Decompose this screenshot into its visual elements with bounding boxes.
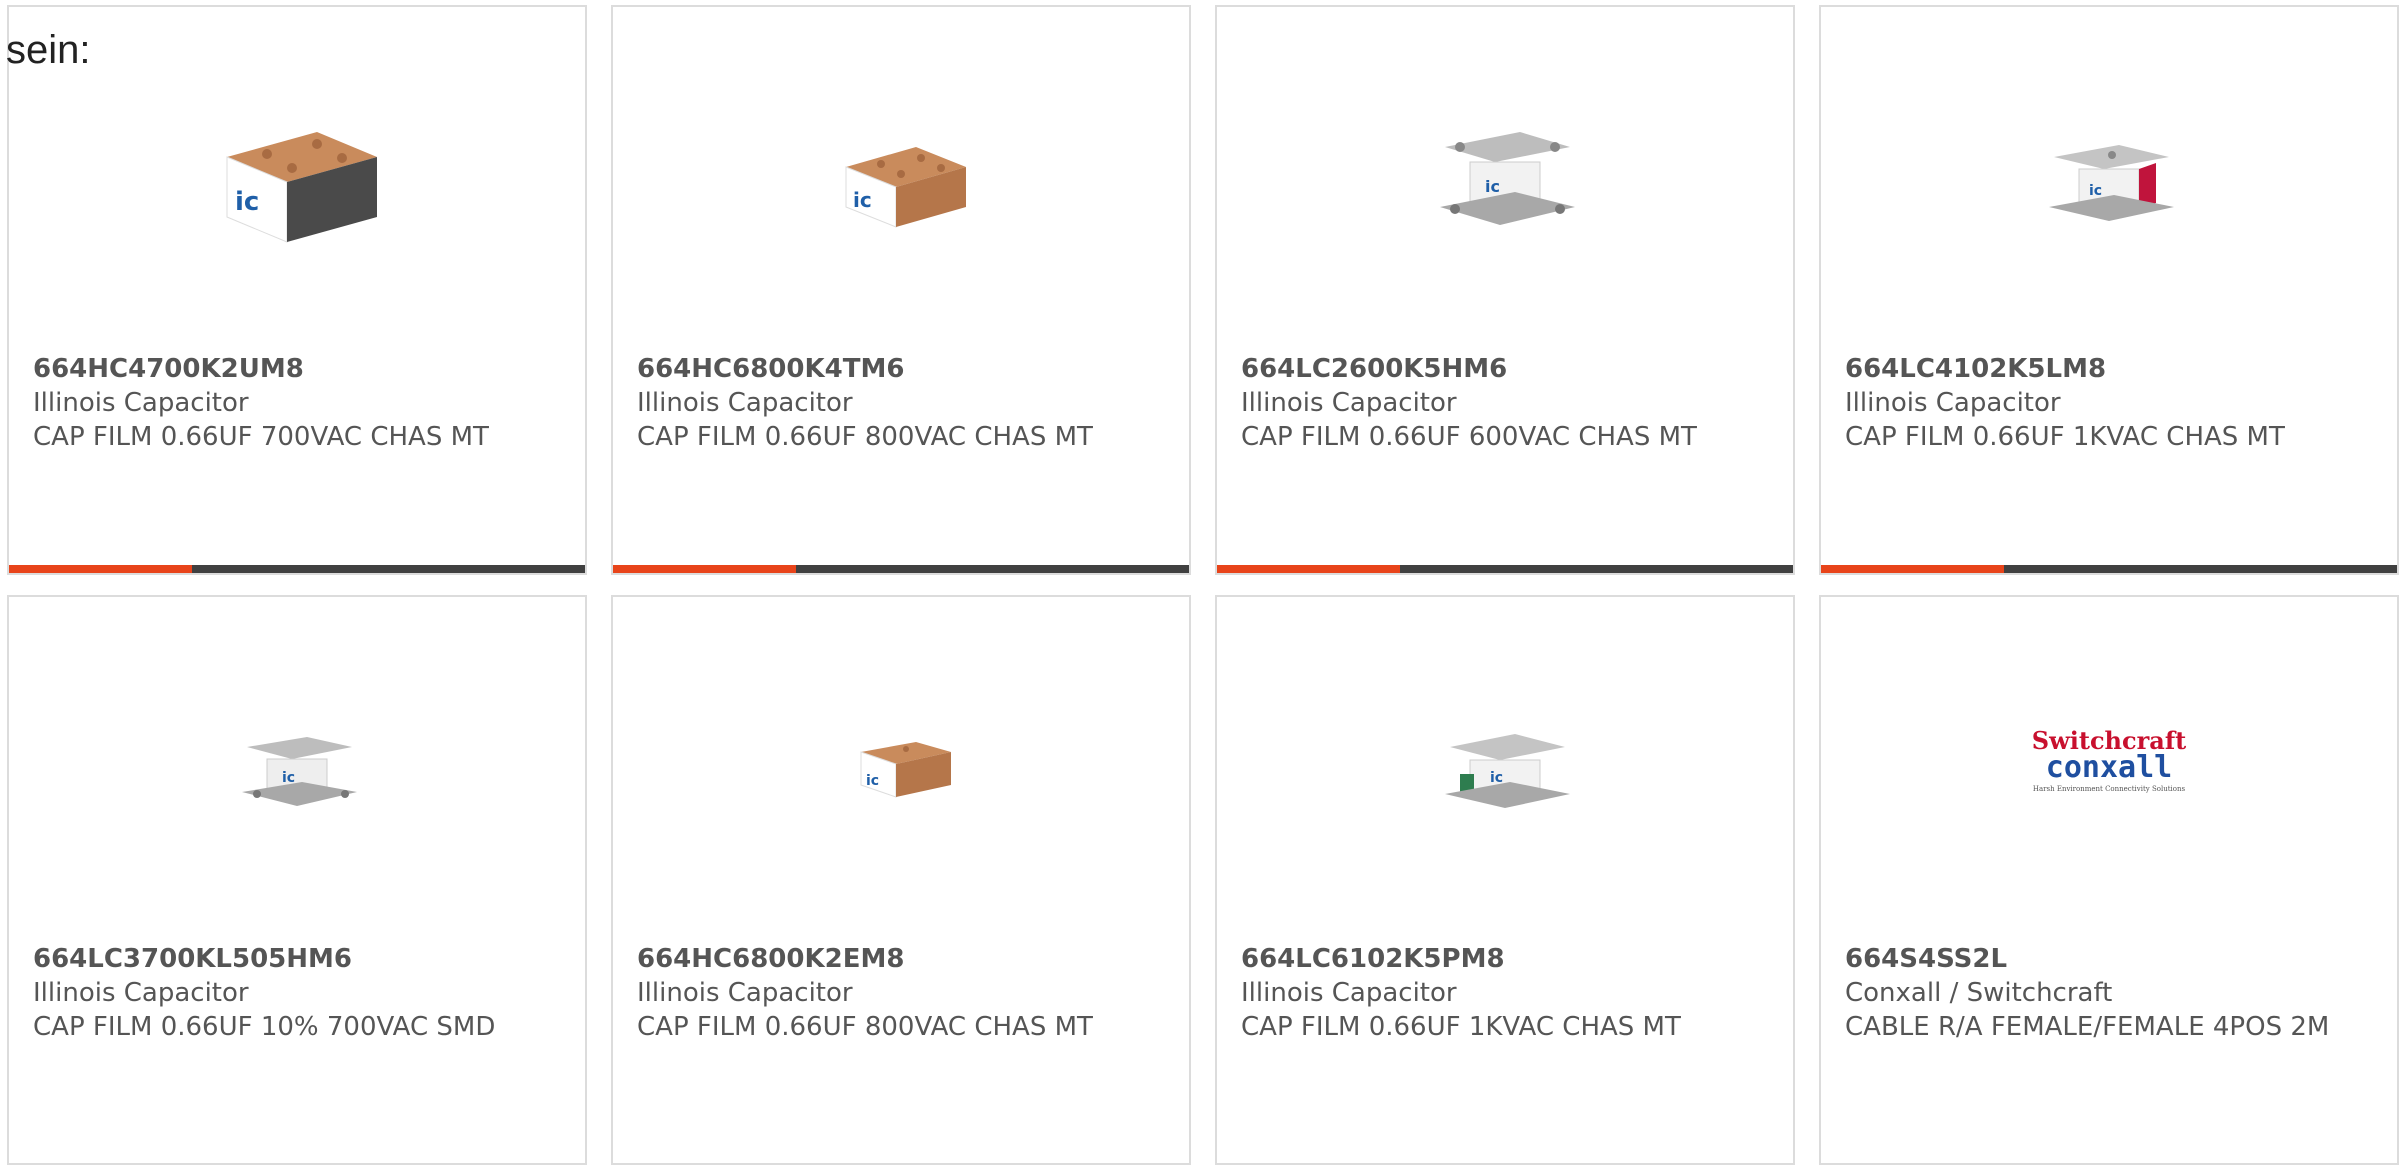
product-card[interactable]: ic 664HC6800K2EM8 Illinois Capacitor CAP… bbox=[611, 595, 1191, 1165]
svg-text:Harsh Environment Connectivity: Harsh Environment Connectivity Solutions bbox=[2033, 785, 2186, 793]
product-image[interactable]: ic bbox=[801, 667, 1001, 867]
product-image[interactable]: ic bbox=[1405, 667, 1605, 867]
card-bottom-bar bbox=[613, 565, 1189, 573]
svg-text:conxall: conxall bbox=[2046, 750, 2172, 785]
svg-text:ic: ic bbox=[1485, 177, 1500, 196]
manufacturer: Conxall / Switchcraft bbox=[1845, 978, 2113, 1008]
product-grid: ic 664HC4700K2UM8 Illinois Capacitor CAP… bbox=[0, 0, 2400, 1165]
switchcraft-conxall-logo: Switchcraft conxall Harsh Environment Co… bbox=[2032, 727, 2186, 793]
description: CAP FILM 0.66UF 600VAC CHAS MT bbox=[1241, 422, 1697, 452]
card-bottom-bar bbox=[1821, 565, 2397, 573]
svg-text:ic: ic bbox=[853, 188, 872, 212]
description: CAP FILM 0.66UF 10% 700VAC SMD bbox=[33, 1012, 496, 1042]
svg-text:ic: ic bbox=[282, 770, 295, 786]
product-card[interactable]: ic 664HC6800K4TM6 Illinois Capacitor CAP… bbox=[611, 5, 1191, 575]
svg-text:ic: ic bbox=[866, 773, 879, 789]
part-number[interactable]: 664LC6102K5PM8 bbox=[1241, 942, 1769, 976]
part-number[interactable]: 664LC3700KL505HM6 bbox=[33, 942, 561, 976]
description: CAP FILM 0.66UF 1KVAC CHAS MT bbox=[1845, 422, 2285, 452]
card-bottom-bar bbox=[1217, 565, 1793, 573]
product-image[interactable]: ic bbox=[197, 77, 397, 277]
manufacturer: Illinois Capacitor bbox=[33, 978, 249, 1008]
manufacturer: Illinois Capacitor bbox=[1241, 388, 1457, 418]
svg-text:ic: ic bbox=[1490, 770, 1503, 786]
product-card[interactable]: ic 664LC6102K5PM8 Illinois Capacitor CAP… bbox=[1215, 595, 1795, 1165]
product-image[interactable]: ic bbox=[197, 667, 397, 867]
product-card[interactable]: Switchcraft conxall Harsh Environment Co… bbox=[1819, 595, 2399, 1165]
description: CAP FILM 0.66UF 700VAC CHAS MT bbox=[33, 422, 489, 452]
manufacturer: Illinois Capacitor bbox=[637, 388, 853, 418]
part-number[interactable]: 664HC4700K2UM8 bbox=[33, 352, 561, 386]
description: CAP FILM 0.66UF 1KVAC CHAS MT bbox=[1241, 1012, 1681, 1042]
product-card[interactable]: ic 664HC4700K2UM8 Illinois Capacitor CAP… bbox=[7, 5, 587, 575]
part-number[interactable]: 664LC4102K5LM8 bbox=[1845, 352, 2373, 386]
manufacturer: Illinois Capacitor bbox=[33, 388, 249, 418]
product-image[interactable]: ic bbox=[801, 77, 1001, 277]
svg-text:ic: ic bbox=[235, 187, 259, 217]
product-card[interactable]: ic 664LC4102K5LM8 Illinois Capacitor CAP… bbox=[1819, 5, 2399, 575]
product-image[interactable]: ic bbox=[1405, 77, 1605, 277]
card-bottom-bar bbox=[9, 565, 585, 573]
product-card[interactable]: ic 664LC2600K5HM6 Illinois Capacitor CAP… bbox=[1215, 5, 1795, 575]
part-number[interactable]: 664LC2600K5HM6 bbox=[1241, 352, 1769, 386]
part-number[interactable]: 664S4SS2L bbox=[1845, 942, 2373, 976]
part-number[interactable]: 664HC6800K4TM6 bbox=[637, 352, 1165, 386]
product-image[interactable]: ic bbox=[2009, 77, 2209, 277]
svg-text:ic: ic bbox=[2089, 183, 2102, 199]
description: CAP FILM 0.66UF 800VAC CHAS MT bbox=[637, 422, 1093, 452]
product-card[interactable]: ic 664LC3700KL505HM6 Illinois Capacitor … bbox=[7, 595, 587, 1165]
manufacturer: Illinois Capacitor bbox=[1241, 978, 1457, 1008]
part-number[interactable]: 664HC6800K2EM8 bbox=[637, 942, 1165, 976]
description: CAP FILM 0.66UF 800VAC CHAS MT bbox=[637, 1012, 1093, 1042]
intro-text: sein: bbox=[6, 28, 91, 72]
product-image[interactable]: Switchcraft conxall Harsh Environment Co… bbox=[2009, 667, 2209, 867]
manufacturer: Illinois Capacitor bbox=[1845, 388, 2061, 418]
description: CABLE R/A FEMALE/FEMALE 4POS 2M bbox=[1845, 1012, 2330, 1042]
manufacturer: Illinois Capacitor bbox=[637, 978, 853, 1008]
